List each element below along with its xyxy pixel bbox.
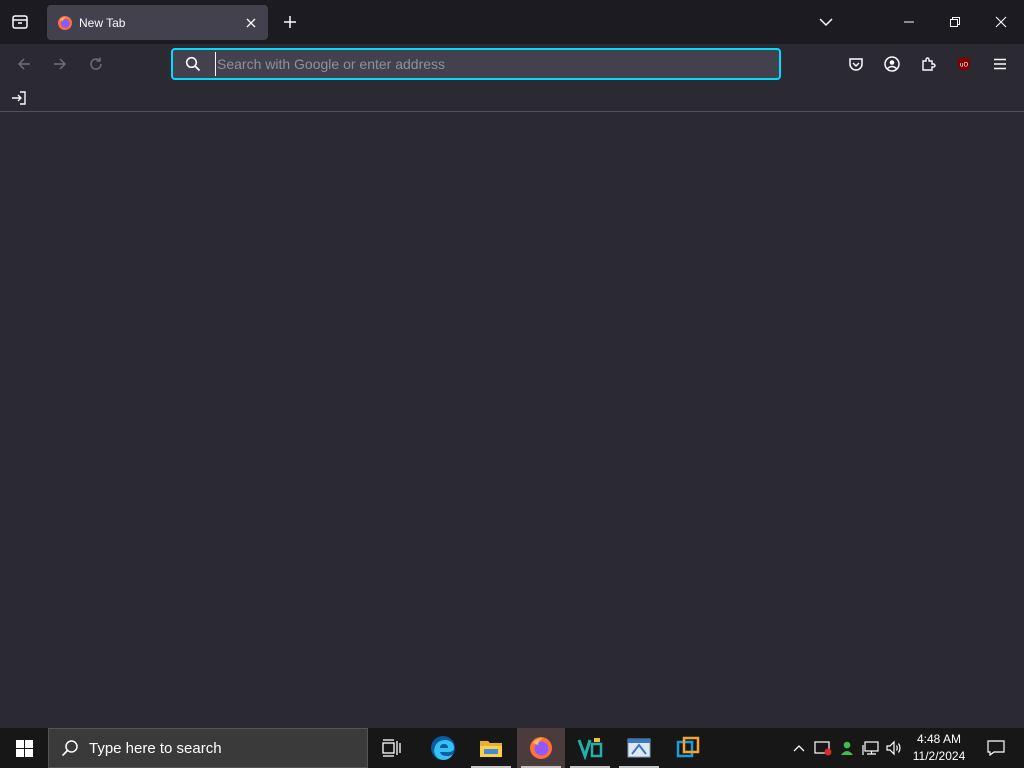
search-icon: [61, 740, 78, 757]
app-icon: [577, 738, 603, 760]
folder-icon: [480, 741, 502, 757]
taskbar-virtualbox[interactable]: [664, 728, 712, 768]
network-icon: [862, 741, 879, 755]
hamburger-icon: [994, 58, 1006, 70]
action-center-button[interactable]: [976, 728, 1016, 768]
save-to-pocket-button[interactable]: [840, 48, 872, 80]
close-window-button[interactable]: [978, 0, 1024, 44]
taskbar-clock[interactable]: 4:48 AM 11/2/2024: [906, 731, 972, 765]
puzzle-icon: [922, 57, 936, 71]
taskbar-search-box[interactable]: Type here to search: [48, 728, 368, 768]
minimize-icon: [904, 21, 914, 23]
person-icon: [841, 741, 853, 755]
ublock-icon: uO: [958, 57, 970, 71]
taskbar: Type here to search 4:48 AM 11/2/2024: [0, 728, 1024, 768]
import-bookmarks-button[interactable]: [8, 88, 30, 108]
screen: New Tab Search with Google or enter addr…: [0, 0, 1024, 768]
security-icon: [814, 741, 832, 756]
task-view-button[interactable]: [368, 728, 416, 768]
list-all-tabs-button[interactable]: [811, 8, 841, 36]
firefox-view-icon: [12, 15, 28, 29]
taskbar-edge[interactable]: [419, 728, 467, 768]
clock-date: 11/2/2024: [912, 749, 966, 763]
navigation-toolbar: uO: [0, 44, 1024, 84]
tab-title: New Tab: [79, 15, 126, 30]
taskbar-search-placeholder: Type here to search: [89, 739, 222, 757]
chevron-up-icon: [793, 745, 805, 752]
reload-icon: [90, 57, 102, 70]
ublock-origin-button[interactable]: uO: [948, 48, 980, 80]
new-tab-button[interactable]: [276, 8, 304, 36]
notification-icon: [987, 740, 1005, 756]
import-icon: [12, 91, 26, 105]
clock-time: 4:48 AM: [916, 732, 962, 746]
task-view-icon: [382, 739, 401, 757]
account-icon: [884, 56, 900, 72]
tray-network-button[interactable]: [860, 728, 882, 768]
close-icon: [995, 16, 1007, 28]
arrow-left-icon: [17, 58, 30, 70]
tray-volume-button[interactable]: [883, 728, 905, 768]
start-button[interactable]: [0, 728, 48, 768]
firefox-icon: [530, 737, 552, 759]
svg-text:uO: uO: [960, 62, 969, 69]
address-input[interactable]: [215, 52, 779, 76]
tab-close-button[interactable]: [238, 10, 264, 36]
url-bar[interactable]: [171, 48, 781, 80]
reload-button[interactable]: [80, 48, 112, 80]
app-icon: [627, 738, 651, 758]
account-button[interactable]: [876, 48, 908, 80]
app-menu-button[interactable]: [984, 48, 1016, 80]
firefox-logo-icon: [58, 15, 72, 30]
minimize-button[interactable]: [886, 0, 932, 44]
taskbar-firefox[interactable]: [517, 728, 565, 768]
arrow-right-icon: [54, 58, 67, 70]
tray-security-icon-button[interactable]: [812, 728, 834, 768]
firefox-view-button[interactable]: [0, 4, 40, 40]
plus-icon: [284, 16, 296, 28]
windows-logo-icon: [15, 739, 33, 757]
tray-people-icon-button[interactable]: [836, 728, 858, 768]
taskbar-app-1[interactable]: [566, 728, 614, 768]
chevron-down-icon: [819, 18, 833, 27]
restore-button[interactable]: [932, 0, 978, 44]
extensions-button[interactable]: [912, 48, 944, 80]
bookmarks-toolbar: [0, 84, 1024, 112]
taskbar-file-explorer[interactable]: [467, 728, 515, 768]
show-hidden-icons-button[interactable]: [789, 728, 809, 768]
back-button[interactable]: [8, 48, 40, 80]
forward-button[interactable]: [44, 48, 76, 80]
tab-strip: New Tab: [0, 0, 1024, 44]
close-icon: [246, 18, 256, 27]
page-content: [0, 113, 1024, 728]
edge-icon: [431, 736, 455, 760]
search-icon: [185, 56, 201, 72]
restore-icon: [950, 17, 960, 27]
pocket-icon: [849, 58, 863, 71]
taskbar-app-2[interactable]: [615, 728, 663, 768]
volume-icon: [886, 740, 901, 756]
virtualbox-icon: [676, 736, 700, 758]
tab-new-tab[interactable]: New Tab: [47, 5, 268, 40]
